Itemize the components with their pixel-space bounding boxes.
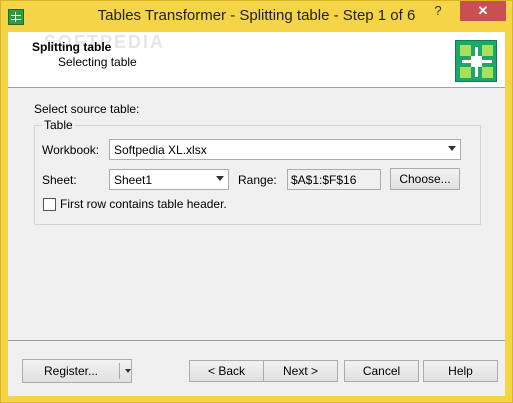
workbook-label: Workbook:	[42, 143, 100, 157]
workbook-dropdown[interactable]: Softpedia XL.xlsx	[109, 139, 461, 160]
register-button[interactable]: Register...	[23, 360, 119, 382]
wizard-header: SOFTPEDIA Splitting table Selecting tabl…	[8, 32, 505, 88]
back-button[interactable]: < Back	[189, 360, 264, 382]
footer-separator	[8, 340, 505, 341]
workbook-value: Softpedia XL.xlsx	[114, 143, 207, 157]
sheet-value: Sheet1	[114, 173, 153, 187]
wizard-client-area: SOFTPEDIA Splitting table Selecting tabl…	[8, 32, 505, 396]
range-value: $A$1:$F$16	[291, 173, 357, 187]
cancel-button[interactable]: Cancel	[344, 360, 419, 382]
choose-range-button[interactable]: Choose...	[390, 168, 460, 190]
groupbox-title: Table	[42, 118, 75, 132]
sheet-label: Sheet:	[42, 173, 77, 187]
register-split-button[interactable]: Register...	[22, 359, 132, 383]
step-title: Splitting table	[32, 40, 112, 54]
chevron-down-icon	[216, 176, 224, 181]
header-row-checkbox-label[interactable]: First row contains table header.	[60, 197, 227, 211]
chevron-down-icon[interactable]	[125, 369, 131, 373]
help-button[interactable]: Help	[423, 360, 498, 382]
wizard-window: Tables Transformer - Splitting table - S…	[0, 0, 513, 403]
split-divider	[119, 363, 120, 379]
chevron-down-icon	[448, 146, 456, 151]
table-groupbox: Table Workbook: Softpedia XL.xlsx Sheet:…	[34, 118, 481, 225]
close-button[interactable]: ✕	[460, 1, 506, 21]
range-field[interactable]: $A$1:$F$16	[287, 169, 381, 190]
next-button[interactable]: Next >	[263, 360, 338, 382]
step-subtitle: Selecting table	[58, 55, 137, 69]
wizard-body: Select source table: Table Workbook: Sof…	[8, 89, 505, 396]
header-row-checkbox[interactable]	[43, 198, 56, 211]
transform-logo-icon	[455, 40, 497, 82]
title-help-button[interactable]: ?	[425, 1, 451, 21]
title-bar[interactable]: Tables Transformer - Splitting table - S…	[1, 1, 512, 32]
range-label: Range:	[238, 173, 277, 187]
select-source-prompt: Select source table:	[34, 102, 140, 116]
sheet-dropdown[interactable]: Sheet1	[109, 169, 229, 190]
